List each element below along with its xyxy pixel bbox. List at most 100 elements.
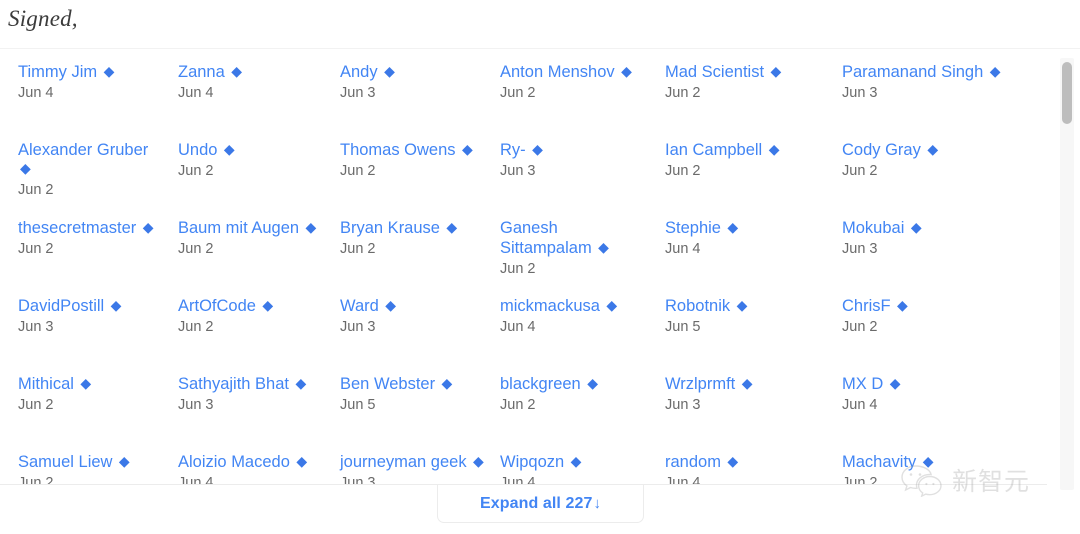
signer-name-link[interactable]: Paramanand Singh [842,63,983,81]
signers-scroll-region[interactable]: Timmy Jim ◆ Jun 4 Zanna ◆ Jun 4 Andy ◆ Jun 3A… [0,48,1080,484]
signer-date: Jun 3 [178,396,214,413]
signer-cell: Alexander Gruber ◆ Jun 2 [18,141,178,219]
signer-cell: Mokubai ◆ Jun 3 [842,219,1042,297]
signer-name-row: Ben Webster ◆ [340,375,452,393]
signer-name-link[interactable]: Anton Menshov [500,63,615,81]
signer-name-row: Bryan Krause ◆ [340,219,457,237]
signer-date: Jun 2 [500,260,536,277]
signer-name-link[interactable]: Baum mit Augen [178,219,299,237]
signer-cell: Anton Menshov ◆ Jun 2 [500,63,665,141]
signer-name-link[interactable]: Ganesh Sittampalam [500,219,592,257]
diamond-icon: ◆ [385,297,397,313]
scrollbar-thumb[interactable] [1062,62,1072,124]
signer-date: Jun 4 [842,396,878,413]
signer-date: Jun 3 [340,84,376,101]
signer-cell: Thomas Owens ◆ Jun 2 [340,141,500,219]
expand-all-button[interactable]: Expand all 227 ↓ [437,485,644,523]
signer-name-link[interactable]: Ward [340,297,379,315]
signer-name-link[interactable]: MX D [842,375,883,393]
signer-name-link[interactable]: Mithical [18,375,74,393]
diamond-icon: ◆ [142,219,154,235]
signer-name-link[interactable]: blackgreen [500,375,581,393]
signer-name-link[interactable]: Sathyajith Bhat [178,375,289,393]
signer-name-link[interactable]: Thomas Owens [340,141,456,159]
signer-cell: Ganesh Sittampalam ◆ Jun 2 [500,219,665,297]
signer-name-row: DavidPostill ◆ [18,297,122,315]
signer-cell: journeyman geek ◆ Jun 3 [340,453,500,484]
signer-name-row: Ganesh Sittampalam ◆ [500,219,609,257]
signer-date: Jun 3 [842,84,878,101]
signer-name-row: Mithical ◆ [18,375,92,393]
signer-name-link[interactable]: Mad Scientist [665,63,764,81]
signer-name-link[interactable]: Undo [178,141,217,159]
signer-cell: Cody Gray ◆ Jun 2 [842,141,1042,219]
signer-date: Jun 4 [178,474,214,484]
signer-name-link[interactable]: Machavity [842,453,916,471]
diamond-icon: ◆ [922,453,934,469]
signer-name-link[interactable]: Aloizio Macedo [178,453,290,471]
signer-name-link[interactable]: random [665,453,721,471]
signer-name-link[interactable]: Robotnik [665,297,730,315]
signer-name-link[interactable]: Mokubai [842,219,904,237]
signer-name-link[interactable]: mickmackusa [500,297,600,315]
signer-name-link[interactable]: Ben Webster [340,375,435,393]
diamond-icon: ◆ [727,453,739,469]
signer-name-link[interactable]: DavidPostill [18,297,104,315]
signer-name-row: Timmy Jim ◆ [18,63,114,81]
signer-name-link[interactable]: thesecretmaster [18,219,136,237]
signer-date: Jun 2 [18,181,54,198]
signer-date: Jun 3 [340,318,376,335]
signer-name-link[interactable]: Andy [340,63,378,81]
signer-name-row: Paramanand Singh ◆ [842,63,1001,81]
expand-all-label: Expand all 227 [479,494,593,512]
diamond-icon: ◆ [473,453,484,469]
signer-name-link[interactable]: Wipqozn [500,453,564,471]
signer-cell: Timmy Jim ◆ Jun 4 [18,63,178,141]
signer-cell: Ben Webster ◆ Jun 5 [340,375,500,453]
signer-name-link[interactable]: Ian Campbell [665,141,762,159]
diamond-icon: ◆ [741,375,753,391]
signer-date: Jun 3 [340,474,376,484]
signer-name-row: Ian Campbell ◆ [665,141,779,159]
signer-name-row: ChrisF ◆ [842,297,908,315]
signer-date: Jun 2 [842,162,878,179]
signer-cell: Robotnik ◆ Jun 5 [665,297,842,375]
signer-name-link[interactable]: Ry- [500,141,526,159]
diamond-icon: ◆ [296,453,308,469]
signer-name-link[interactable]: Stephie [665,219,721,237]
signer-name-row: Cody Gray ◆ [842,141,938,159]
signer-cell: Ward ◆ Jun 3 [340,297,500,375]
signer-date: Jun 2 [178,318,214,335]
diamond-icon: ◆ [110,297,122,313]
signer-date: Jun 5 [340,396,376,413]
signer-date: Jun 4 [500,318,536,335]
diamond-icon: ◆ [598,238,609,255]
signer-cell: mickmackusa ◆ Jun 4 [500,297,665,375]
diamond-icon: ◆ [80,375,92,391]
signer-name-link[interactable]: ArtOfCode [178,297,256,315]
signer-date: Jun 2 [500,84,536,101]
signer-date: Jun 2 [18,474,54,484]
signer-cell: ChrisF ◆ Jun 2 [842,297,1042,375]
signer-name-row: random ◆ [665,453,739,471]
signer-date: Jun 3 [500,162,536,179]
signer-name-row: Mad Scientist ◆ [665,63,781,81]
signers-page: Signed, Timmy Jim ◆ Jun 4 Zanna ◆ Jun 4 Andy… [0,0,1080,534]
signer-name-link[interactable]: Wrzlprmft [665,375,735,393]
signer-name-link[interactable]: Zanna [178,63,225,81]
diamond-icon: ◆ [889,375,901,391]
diamond-icon: ◆ [223,141,235,157]
signer-name-link[interactable]: Timmy Jim [18,63,97,81]
signer-name-link[interactable]: Samuel Liew [18,453,112,471]
diamond-icon: ◆ [295,375,307,391]
signer-name-link[interactable]: journeyman geek [340,453,467,471]
signer-name-link[interactable]: Alexander Gruber [18,141,148,159]
vertical-scrollbar[interactable] [1060,58,1074,490]
signer-name-link[interactable]: ChrisF [842,297,891,315]
signer-cell: Zanna ◆ Jun 4 [178,63,340,141]
signer-name-link[interactable]: Cody Gray [842,141,921,159]
arrow-down-icon: ↓ [593,495,602,512]
signer-name-row: mickmackusa ◆ [500,297,617,315]
signer-name-row: Aloizio Macedo ◆ [178,453,308,471]
signer-name-link[interactable]: Bryan Krause [340,219,440,237]
